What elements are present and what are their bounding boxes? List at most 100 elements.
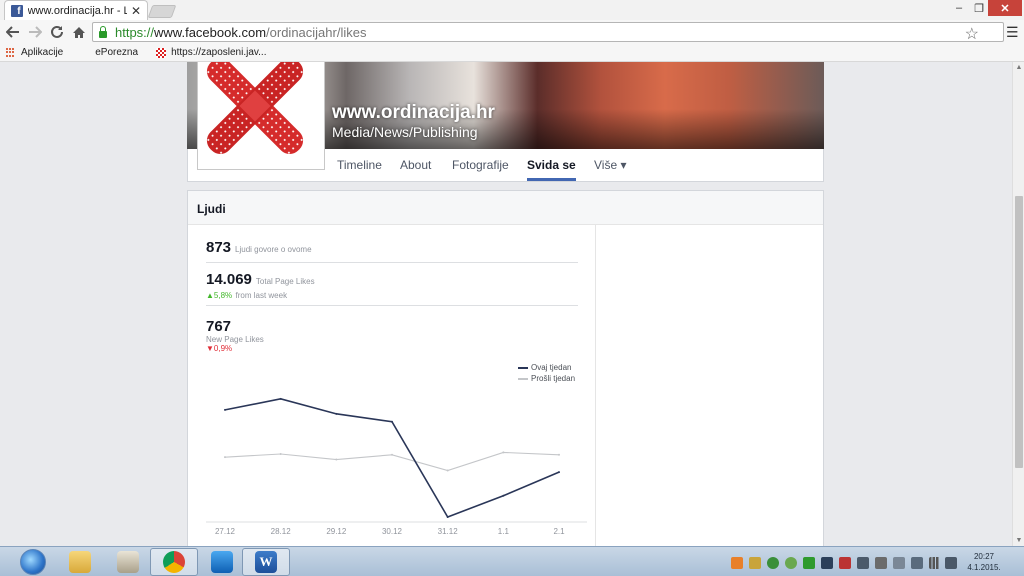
bookmark-zaposleni[interactable]: https://zaposleni.jav... bbox=[156, 47, 266, 58]
teamviewer-icon bbox=[211, 551, 233, 573]
divider bbox=[206, 305, 578, 306]
scroll-thumb[interactable] bbox=[1015, 196, 1023, 468]
page-category: Media/News/Publishing bbox=[332, 124, 478, 140]
x-tick-label: 30.12 bbox=[382, 527, 403, 536]
new-tab-button[interactable] bbox=[147, 5, 177, 18]
croatian-coat-of-arms-icon bbox=[156, 47, 167, 58]
total-likes-trend: ▲5,8% bbox=[206, 291, 233, 300]
chrome-taskbar-button[interactable] bbox=[150, 548, 198, 576]
apps-grid-icon bbox=[6, 47, 16, 58]
bookmarks-bar: Aplikacije ePorezna https://zaposleni.ja… bbox=[0, 44, 1024, 62]
reload-icon[interactable] bbox=[48, 23, 66, 41]
tray-app-icon[interactable] bbox=[821, 557, 833, 569]
tab-about[interactable]: About bbox=[400, 149, 431, 181]
folder-icon bbox=[69, 551, 91, 573]
page-title[interactable]: www.ordinacija.hr bbox=[332, 102, 495, 124]
profile-picture[interactable] bbox=[197, 62, 325, 170]
bookmark-apps[interactable]: Aplikacije bbox=[6, 47, 63, 58]
data-point[interactable] bbox=[224, 408, 226, 411]
clock-date: 4.1.2015. bbox=[967, 563, 1001, 572]
explorer-taskbar-button[interactable] bbox=[56, 548, 104, 576]
teamviewer-taskbar-button[interactable] bbox=[198, 548, 246, 576]
bookmark-eporezna[interactable]: ePorezna bbox=[95, 47, 138, 58]
bookmark-label: https://zaposleni.jav... bbox=[171, 47, 267, 58]
browser-tab[interactable]: f www.ordinacija.hr - Likes ✕ bbox=[4, 0, 148, 20]
start-button-icon[interactable] bbox=[20, 549, 46, 575]
legend-item-last-week: Prošli tjedan bbox=[518, 374, 575, 383]
network-signal-icon[interactable] bbox=[929, 557, 941, 569]
printer-icon[interactable] bbox=[875, 557, 887, 569]
scroll-down-icon[interactable]: ▼ bbox=[1015, 537, 1023, 544]
tab-close-icon[interactable]: ✕ bbox=[131, 4, 141, 18]
word-taskbar-button[interactable]: W bbox=[242, 548, 290, 576]
system-clock[interactable]: 20:27 4.1.2015. bbox=[962, 551, 1006, 573]
x-tick-label: 29.12 bbox=[326, 527, 347, 536]
url-text: https://www.facebook.com/ordinacijahr/li… bbox=[115, 24, 367, 40]
menu-icon[interactable]: ☰ bbox=[1006, 24, 1020, 41]
tab-timeline[interactable]: Timeline bbox=[337, 149, 382, 181]
lock-icon bbox=[99, 25, 107, 38]
tab-photos[interactable]: Fotografije bbox=[452, 149, 509, 181]
bookmark-star-icon[interactable]: ☆ bbox=[965, 24, 979, 44]
tray-app-icon[interactable] bbox=[749, 557, 761, 569]
browser-toolbar: https://www.facebook.com/ordinacijahr/li… bbox=[0, 20, 1024, 44]
data-point[interactable] bbox=[446, 469, 449, 472]
card-title: Ljudi bbox=[188, 191, 823, 225]
legend-item-this-week: Ovaj tjedan bbox=[518, 363, 571, 372]
tray-app-icon[interactable] bbox=[839, 557, 851, 569]
talking-about-stat: 873 Ljudi govore o ovome bbox=[206, 239, 312, 256]
tray-app-icon[interactable] bbox=[803, 557, 815, 569]
windows-taskbar: W 20:27 4.1.2015. bbox=[0, 546, 1024, 576]
trend-text: from last week bbox=[235, 291, 288, 300]
tray-app-icon[interactable] bbox=[785, 557, 797, 569]
total-likes-count: 14.069 bbox=[206, 271, 252, 288]
minimize-window-icon[interactable]: ‒ bbox=[950, 0, 968, 16]
data-point[interactable] bbox=[279, 397, 282, 400]
battery-icon[interactable] bbox=[911, 557, 923, 569]
tray-app-icon[interactable] bbox=[731, 557, 743, 569]
data-point[interactable] bbox=[391, 420, 393, 423]
clock-time: 20:27 bbox=[973, 552, 995, 561]
x-tick-label: 2.1 bbox=[553, 527, 565, 536]
tab-more[interactable]: Više ▾ bbox=[594, 149, 626, 181]
x-tick-label: 1.1 bbox=[498, 527, 510, 536]
volume-icon[interactable] bbox=[945, 557, 957, 569]
data-point[interactable] bbox=[391, 453, 393, 456]
data-point[interactable] bbox=[502, 494, 505, 497]
forward-icon[interactable] bbox=[26, 23, 44, 41]
legend-swatch bbox=[518, 377, 528, 380]
data-point[interactable] bbox=[558, 471, 560, 474]
back-icon[interactable] bbox=[4, 23, 22, 41]
notepad-icon bbox=[117, 551, 139, 573]
people-stats-card: Ljudi 873 Ljudi govore o ovome 14.069 Tota… bbox=[187, 190, 824, 551]
home-icon[interactable] bbox=[70, 23, 88, 41]
tray-app-icon[interactable] bbox=[767, 557, 779, 569]
x-tick-label: 31.12 bbox=[438, 527, 459, 536]
restore-window-icon[interactable]: ❐ bbox=[970, 0, 988, 16]
tab-likes[interactable]: Svida se bbox=[527, 149, 576, 181]
likes-line-chart: Ovaj tjedan Prošli tjedan 27.12 28.12 29.1… bbox=[188, 351, 595, 551]
data-point[interactable] bbox=[335, 412, 338, 415]
data-point[interactable] bbox=[279, 453, 282, 455]
new-likes-count: 767 bbox=[206, 318, 232, 335]
close-window-icon[interactable]: ✕ bbox=[988, 0, 1022, 16]
address-bar[interactable]: https://www.facebook.com/ordinacijahr/li… bbox=[92, 22, 1004, 44]
legend-label: Ovaj tjedan bbox=[531, 363, 572, 372]
new-likes-label: New Page Likes bbox=[206, 335, 264, 344]
page-scrollbar[interactable]: ▲ ▼ bbox=[1012, 62, 1024, 546]
bandage-cross-logo-icon bbox=[206, 62, 304, 155]
browser-tab-strip: f www.ordinacija.hr - Likes ✕ ‒ ❐ ✕ bbox=[0, 0, 1024, 20]
total-likes-label: Total Page Likes bbox=[255, 277, 315, 286]
column-divider bbox=[595, 225, 596, 551]
legend-swatch bbox=[518, 366, 528, 369]
data-point[interactable] bbox=[335, 458, 338, 461]
data-point[interactable] bbox=[446, 516, 449, 518]
talking-count: 873 bbox=[206, 239, 232, 256]
flag-icon[interactable] bbox=[893, 557, 905, 569]
scroll-up-icon[interactable]: ▲ bbox=[1015, 64, 1023, 71]
data-point[interactable] bbox=[224, 456, 226, 459]
notes-taskbar-button[interactable] bbox=[104, 548, 152, 576]
display-icon[interactable] bbox=[857, 557, 869, 569]
data-point[interactable] bbox=[502, 451, 505, 454]
data-point[interactable] bbox=[558, 453, 560, 456]
